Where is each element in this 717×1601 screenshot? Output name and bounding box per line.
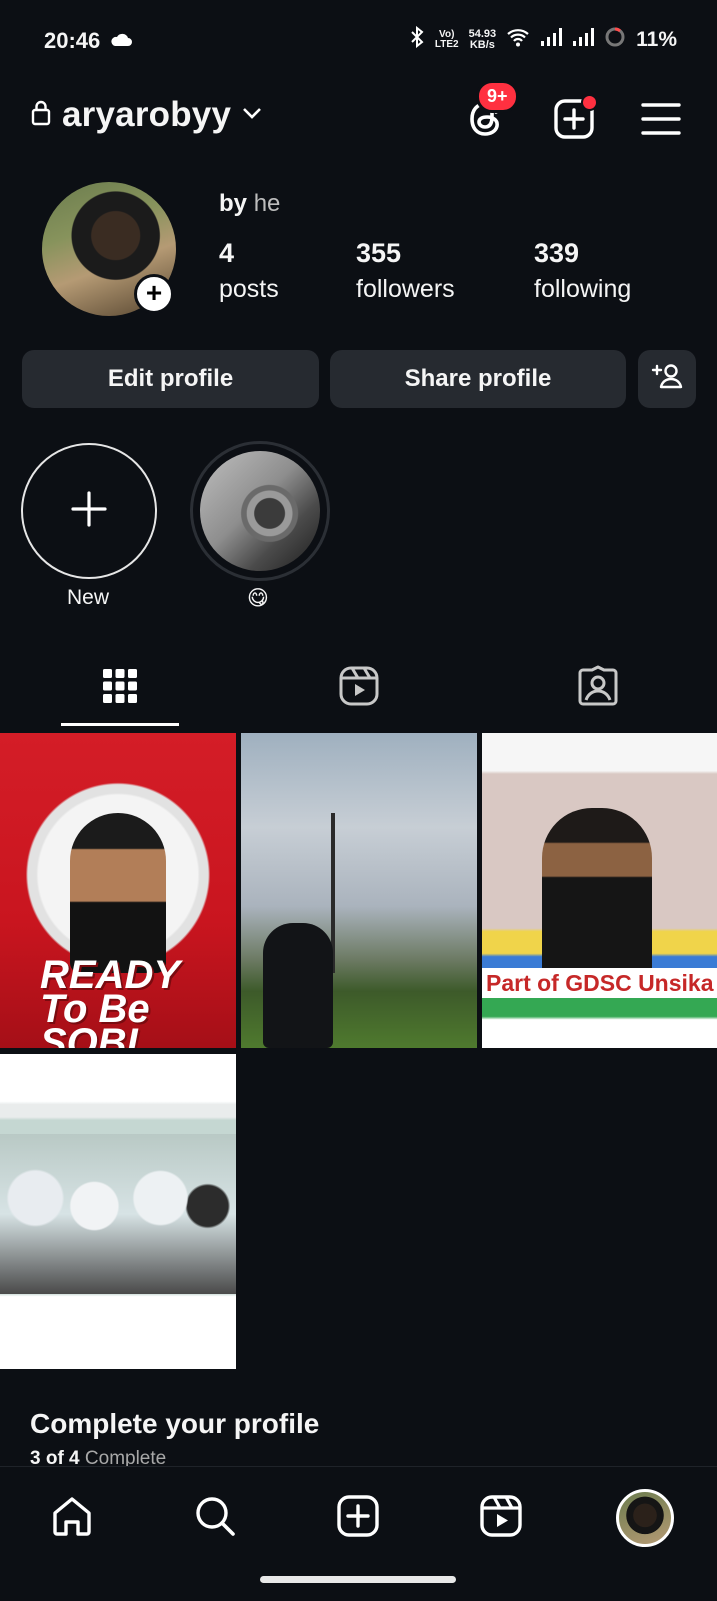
create-notification-dot bbox=[581, 94, 598, 111]
reels-icon bbox=[479, 1494, 523, 1543]
volte-indicator: Vo) LTE2 bbox=[434, 29, 459, 50]
network-speed: 54.93 KB/s bbox=[468, 28, 497, 51]
signal-icon-2 bbox=[572, 27, 595, 53]
new-highlight-button[interactable] bbox=[21, 443, 157, 579]
search-icon bbox=[193, 1494, 237, 1543]
lock-icon bbox=[30, 99, 52, 132]
complete-profile-title: Complete your profile bbox=[30, 1408, 320, 1439]
cloud-icon bbox=[110, 33, 132, 52]
reels-icon bbox=[338, 665, 380, 712]
add-person-icon bbox=[651, 362, 683, 397]
nav-reels[interactable] bbox=[471, 1488, 531, 1548]
threads-badge: 9+ bbox=[476, 80, 519, 113]
hamburger-menu-icon bbox=[641, 102, 681, 141]
post-thumbnail-2[interactable] bbox=[241, 733, 477, 1048]
active-tab-indicator bbox=[61, 723, 179, 726]
username: aryarobyy bbox=[62, 95, 232, 134]
post-overlay-text: READY To Be SOBI bbox=[40, 953, 180, 1048]
bluetooth-icon bbox=[409, 25, 425, 54]
nav-profile[interactable] bbox=[615, 1488, 675, 1548]
post-thumbnail-1[interactable]: READY To Be SOBI bbox=[0, 733, 236, 1048]
post-thumbnail-4[interactable] bbox=[0, 1054, 236, 1369]
battery-icon bbox=[604, 26, 626, 54]
grid-icon bbox=[102, 668, 138, 709]
status-right: Vo) LTE2 54.93 KB/s 11% bbox=[409, 25, 677, 54]
status-time: 20:46 bbox=[44, 28, 101, 53]
highlight-label-emoji: 😋 bbox=[247, 587, 269, 610]
plus-icon bbox=[69, 489, 109, 534]
stat-posts-value: 4 bbox=[219, 238, 235, 268]
bio-prefix: by bbox=[219, 190, 248, 217]
highlight-cover-camera bbox=[200, 451, 320, 571]
post-overlay-text: Part of GDSC Unsika bbox=[482, 968, 717, 998]
stat-following-value: 339 bbox=[534, 238, 580, 268]
highlight-label-new: New bbox=[66, 586, 109, 609]
status-bar: 20:46 Vo) LTE2 54.93 KB/s 11% bbox=[0, 0, 717, 84]
avatar bbox=[616, 1489, 674, 1547]
battery-percent: 11% bbox=[636, 28, 677, 51]
stat-posts[interactable]: 4 posts bbox=[219, 238, 279, 304]
tab-posts-grid[interactable] bbox=[0, 660, 239, 716]
edit-profile-button[interactable]: Edit profile bbox=[22, 350, 319, 408]
home-icon bbox=[50, 1494, 94, 1543]
menu-button[interactable] bbox=[635, 95, 687, 147]
highlight-item[interactable] bbox=[190, 441, 330, 581]
bio-text: he bbox=[253, 190, 281, 217]
stat-followers-label: followers bbox=[356, 275, 455, 303]
nav-search[interactable] bbox=[185, 1488, 245, 1548]
bio: by he bbox=[219, 190, 280, 218]
plus-square-icon bbox=[336, 1494, 380, 1543]
chevron-down-icon bbox=[241, 106, 263, 125]
nav-create[interactable] bbox=[328, 1488, 388, 1548]
stat-following[interactable]: 339 following bbox=[534, 238, 631, 304]
discover-people-button[interactable] bbox=[638, 350, 696, 408]
wifi-icon bbox=[506, 27, 530, 53]
tab-tagged[interactable] bbox=[478, 660, 717, 716]
home-gesture-bar[interactable] bbox=[260, 1576, 456, 1583]
add-story-plus-icon[interactable]: + bbox=[134, 274, 174, 314]
nav-home[interactable] bbox=[42, 1488, 102, 1548]
share-profile-button[interactable]: Share profile bbox=[330, 350, 626, 408]
tagged-person-icon bbox=[577, 665, 619, 712]
stat-followers-value: 355 bbox=[356, 238, 402, 268]
account-switcher[interactable]: aryarobyy bbox=[30, 95, 263, 135]
stat-posts-label: posts bbox=[219, 275, 279, 303]
signal-icon-1 bbox=[540, 27, 563, 53]
stat-followers[interactable]: 355 followers bbox=[356, 238, 455, 304]
post-thumbnail-3[interactable]: Part of GDSC Unsika bbox=[482, 733, 717, 1048]
profile-avatar[interactable]: + bbox=[42, 182, 176, 316]
tab-reels[interactable] bbox=[239, 660, 478, 716]
stat-following-label: following bbox=[534, 275, 632, 303]
